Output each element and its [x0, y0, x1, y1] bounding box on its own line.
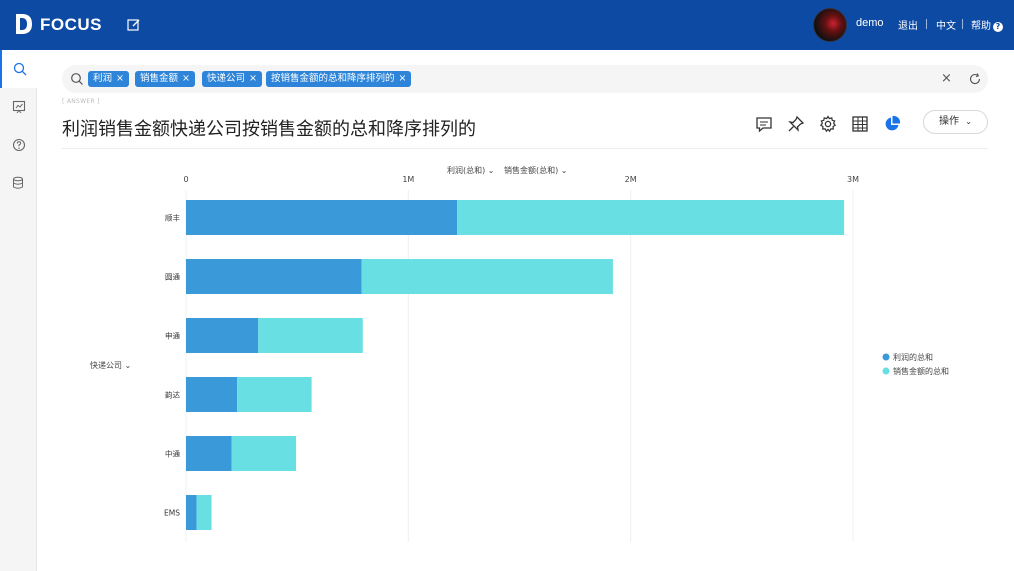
y-axis-selector-courier[interactable]: 快递公司 ⌄ [90, 360, 131, 370]
bar-segment-sales[interactable] [231, 436, 297, 471]
chart-grid [185, 190, 854, 542]
help-link[interactable]: 帮助? [971, 17, 1003, 32]
y-category-label: 韵达 [165, 390, 180, 400]
x-tick-label: 3M [847, 175, 859, 184]
chart-legend: 利润的总和 销售金额的总和 [882, 352, 949, 376]
x-tick-label: 2M [625, 175, 637, 184]
help-label: 帮助 [971, 21, 991, 32]
brand-name[interactable]: FOCUS [40, 15, 102, 35]
y-category-label: 申通 [165, 331, 180, 341]
main-panel: 利润 × 销售金额 × 快递公司 × 按销售金额的总和降序排列的 × × [ ANSWE… [37, 50, 1014, 571]
edit-icon[interactable] [126, 17, 142, 33]
bar-segment-profit[interactable] [186, 495, 197, 530]
bar-segment-sales[interactable] [361, 259, 613, 294]
left-sidebar [0, 50, 37, 571]
top-navigation-bar: FOCUS demo 退出 中文 帮助? [0, 0, 1014, 50]
bar-segment-profit[interactable] [186, 200, 458, 235]
database-icon [12, 176, 23, 189]
help-icon: ? [993, 22, 1003, 32]
bar-segment-sales[interactable] [258, 318, 363, 353]
x-tick-label: 1M [402, 175, 414, 184]
x-axis-selector-sales[interactable]: 销售金额(总和) ⌄ [504, 165, 568, 175]
username[interactable]: demo [856, 17, 884, 29]
legend-marker-profit[interactable] [882, 353, 890, 361]
bar-segment-profit[interactable] [186, 377, 238, 412]
sidebar-item-help[interactable] [0, 126, 37, 164]
legend-label-sales[interactable]: 销售金额的总和 [893, 366, 949, 376]
y-category-label: 顺丰 [165, 213, 180, 223]
legend-label-profit[interactable]: 利润的总和 [893, 352, 933, 362]
user-avatar[interactable] [813, 8, 847, 42]
sidebar-item-data[interactable] [0, 164, 37, 202]
chart-board-icon [12, 100, 25, 114]
question-icon [12, 138, 25, 152]
bar-segment-profit[interactable] [186, 259, 362, 294]
bar-segment-profit[interactable] [186, 436, 232, 471]
y-category-label: 中通 [165, 449, 180, 459]
stacked-bar-chart: 0 1M 2M 3M 顺丰圆通申通韵达中通 EMS 利润(总和) ⌄ 销售金额(总和) ⌄… [90, 165, 949, 542]
y-category-label: EMS [164, 509, 180, 518]
sidebar-item-search[interactable] [0, 50, 37, 88]
chart-bars [186, 200, 845, 530]
bar-segment-profit[interactable] [186, 318, 259, 353]
search-icon [13, 62, 26, 76]
y-category-label: 圆通 [165, 272, 180, 282]
focus-logo-icon[interactable] [14, 12, 34, 36]
sidebar-item-dashboard[interactable] [0, 88, 37, 126]
divider [962, 19, 963, 29]
bar-segment-sales[interactable] [237, 377, 312, 412]
bar-segment-sales[interactable] [457, 200, 845, 235]
bar-segment-sales[interactable] [196, 495, 212, 530]
divider [926, 19, 927, 29]
x-tick-label: 0 [183, 175, 188, 184]
x-axis-selector-profit[interactable]: 利润(总和) ⌄ [447, 165, 495, 175]
legend-marker-sales[interactable] [882, 367, 890, 375]
logout-link[interactable]: 退出 [898, 17, 918, 32]
language-switch[interactable]: 中文 [936, 17, 956, 32]
